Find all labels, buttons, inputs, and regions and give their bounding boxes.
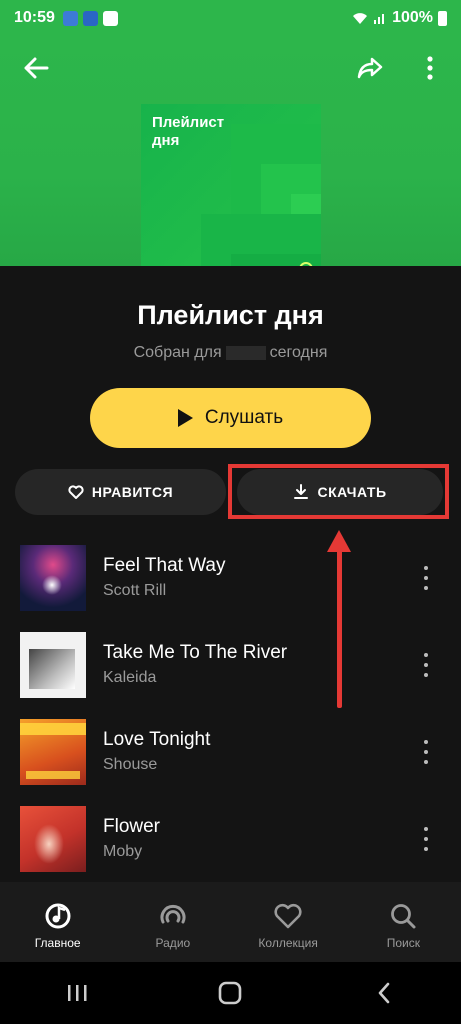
track-more-button[interactable] [414, 650, 438, 680]
heart-icon [68, 485, 84, 499]
track-row[interactable]: Take Me To The River Kaleida [0, 632, 461, 712]
track-row[interactable]: Love Tonight Shouse [0, 719, 461, 799]
track-more-button[interactable] [414, 737, 438, 767]
more-vertical-icon [427, 56, 433, 80]
playlist-subtitle: Собран для сегодня [0, 344, 461, 362]
checkbox-notification-icon [102, 10, 118, 26]
search-icon [389, 902, 417, 930]
wifi-icon [353, 13, 368, 24]
battery-percent: 100% [392, 9, 433, 26]
tab-radio[interactable]: Радио [115, 882, 230, 962]
heart-icon [274, 902, 302, 930]
track-artist: Shouse [103, 756, 158, 773]
more-options-button[interactable] [414, 52, 446, 84]
track-title: Take Me To The River [103, 642, 288, 663]
redacted-username [225, 345, 266, 360]
album-art [20, 545, 86, 611]
track-more-button[interactable] [414, 563, 438, 593]
bottom-tab-bar: Главное Радио Коллекция Поиск [0, 882, 461, 962]
home-note-icon [44, 902, 72, 930]
share-icon [357, 57, 383, 79]
notification-icon [62, 10, 78, 26]
track-artist: Moby [103, 843, 143, 860]
playlist-cover: Плейлист дня [141, 104, 321, 284]
status-bar: 10:59 100% [0, 0, 461, 36]
play-icon [177, 409, 193, 427]
track-row[interactable]: Flower Moby [0, 806, 461, 886]
tab-label: Коллекция [258, 936, 318, 950]
home-icon [219, 981, 242, 1005]
battery-icon [438, 10, 447, 26]
track-artist: Kaleida [103, 669, 157, 686]
track-title: Flower [103, 816, 161, 837]
tab-search[interactable]: Поиск [346, 882, 461, 962]
signal-icon [374, 14, 385, 24]
arrow-left-icon [24, 57, 49, 79]
cover-title-line2: дня [152, 132, 180, 149]
tab-collection[interactable]: Коллекция [231, 882, 346, 962]
share-button[interactable] [354, 52, 386, 84]
tab-label: Поиск [386, 936, 420, 950]
back-nav-button[interactable] [359, 973, 409, 1013]
like-button[interactable]: НРАВИТСЯ [15, 469, 226, 515]
status-time: 10:59 [14, 9, 55, 26]
subtitle-prefix: Собран для [133, 344, 222, 361]
tab-home[interactable]: Главное [0, 882, 115, 962]
tab-label: Радио [155, 936, 191, 950]
playlist-title: Плейлист дня [137, 300, 324, 330]
like-label: НРАВИТСЯ [91, 484, 174, 500]
cover-title: Плейлист дня [152, 114, 224, 150]
subtitle-suffix: сегодня [269, 344, 328, 361]
notification-icon [82, 10, 98, 26]
system-nav-bar [0, 962, 461, 1024]
home-button[interactable] [205, 973, 255, 1013]
album-art [20, 632, 86, 698]
tab-label: Главное [34, 936, 81, 950]
chevron-left-icon [378, 982, 390, 1004]
album-art [20, 806, 86, 872]
track-row[interactable]: Feel That Way Scott Rill [0, 545, 461, 625]
recent-apps-button[interactable] [52, 973, 102, 1013]
cover-title-line1: Плейлист [152, 114, 225, 131]
track-artist: Scott Rill [103, 582, 167, 599]
recent-apps-icon [67, 985, 87, 1001]
highlight-box [228, 464, 449, 519]
album-art [20, 719, 86, 785]
track-title: Feel That Way [103, 555, 226, 576]
listen-button[interactable]: Слушать [90, 388, 371, 448]
back-button[interactable] [20, 52, 52, 84]
track-title: Love Tonight [103, 729, 211, 750]
radio-icon [159, 902, 187, 930]
track-more-button[interactable] [414, 824, 438, 854]
listen-label: Слушать [204, 407, 284, 428]
